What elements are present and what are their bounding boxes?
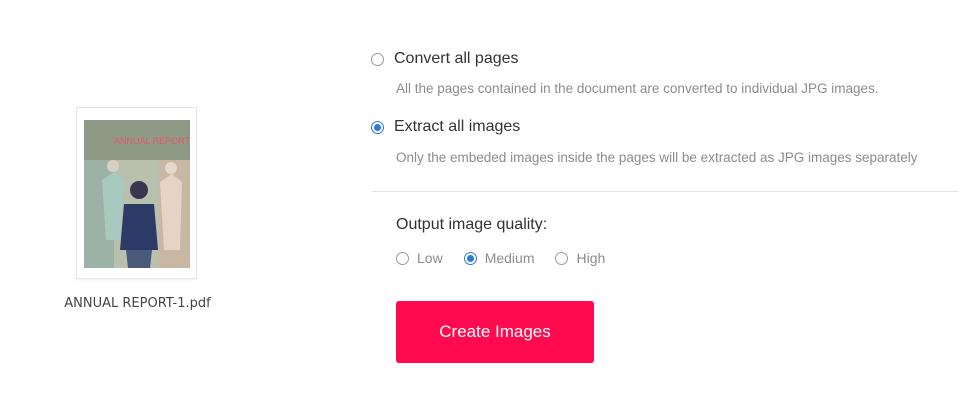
thumbnail-title-line1: ANNUAL REPORT 2016 [114, 136, 190, 146]
create-images-button[interactable]: Create Images [396, 301, 594, 363]
quality-option-medium[interactable]: Medium [463, 250, 535, 266]
radio-medium[interactable] [463, 251, 477, 265]
quality-choice-label: High [576, 250, 606, 266]
option-description: Only the embeded images inside the pages… [396, 150, 918, 165]
quality-choice-label: Medium [484, 250, 535, 266]
option-convert-all-pages[interactable]: Convert all pages [371, 50, 519, 68]
quality-option-low[interactable]: Low [396, 250, 443, 266]
file-name: ANNUAL REPORT-1.pdf [64, 296, 211, 311]
option-extract-all-images[interactable]: Extract all images [371, 118, 520, 136]
divider [372, 191, 958, 192]
quality-label: Output image quality: [396, 216, 548, 233]
quality-option-high[interactable]: High [555, 250, 605, 266]
radio-high[interactable] [555, 251, 569, 265]
radio-extract-all-images[interactable] [371, 120, 384, 134]
radio-convert-all-pages[interactable] [371, 52, 384, 66]
option-label: Extract all images [394, 118, 521, 135]
quality-options: Low Medium High [396, 250, 605, 266]
quality-choice-label: Low [417, 250, 443, 266]
document-thumbnail: ANNUAL REPORT 2016 [84, 120, 190, 268]
option-label: Convert all pages [394, 50, 519, 67]
file-thumbnail-card: ANNUAL REPORT 2016 [76, 107, 197, 279]
radio-low[interactable] [396, 251, 409, 265]
option-description: All the pages contained in the document … [396, 81, 879, 96]
